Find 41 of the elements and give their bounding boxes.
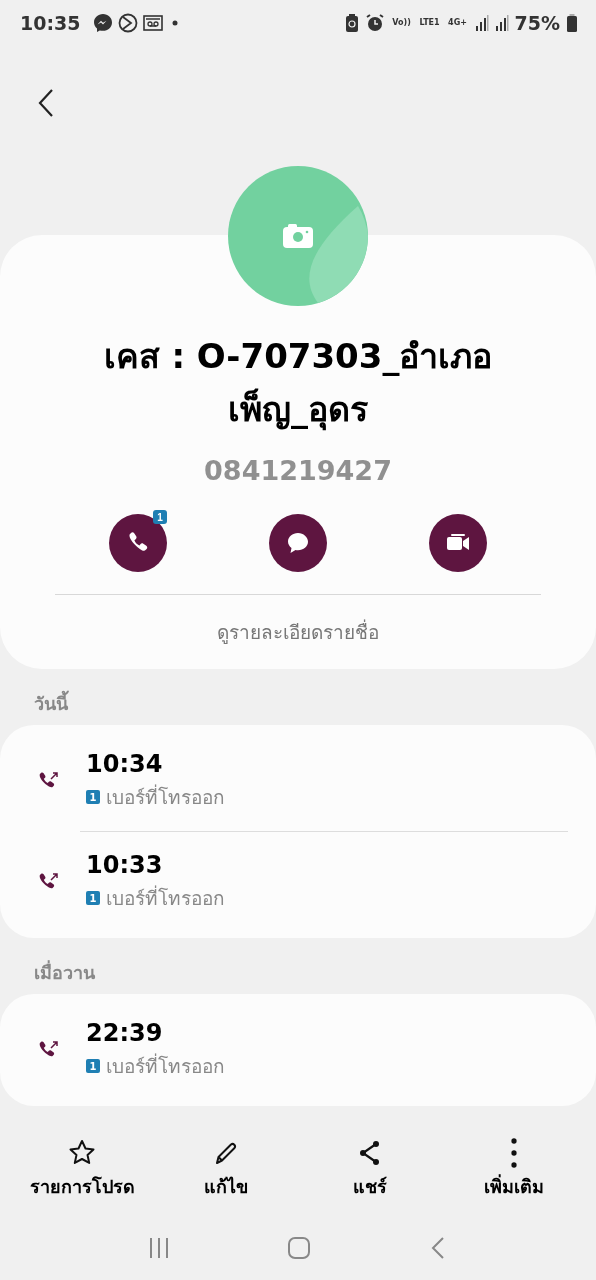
call-time: 10:34 (86, 750, 164, 779)
section-heading: เมื่อวาน (33, 959, 96, 986)
alarm-icon (364, 12, 385, 33)
toolbar-button[interactable]: เพิ่มเติม (449, 1138, 579, 1202)
call-log-item[interactable]: 10:34 1 เบอร์ที่โทรออก (0, 731, 596, 832)
signal-icon (494, 13, 509, 32)
phone-number: 0841219427 (204, 455, 392, 487)
message-button[interactable] (269, 514, 327, 573)
battery-percent: 75% (514, 11, 560, 34)
sim-badge: 1 (86, 891, 100, 906)
call-type: เบอร์ที่โทรออก (106, 884, 225, 912)
sim-badge: 1 (86, 790, 100, 805)
network-label: 4G+ (447, 18, 468, 27)
view-details-link[interactable]: ดูรายละเอียดรายชื่อ (213, 613, 383, 652)
call-time: 22:39 (86, 1019, 164, 1048)
sim-badge: 1 (86, 1059, 100, 1074)
toolbar-button[interactable]: แก้ไข (161, 1138, 291, 1202)
home-icon (286, 1235, 312, 1262)
network-label: LTE1 (418, 18, 441, 27)
toolbar-button[interactable]: รายการโปรด (17, 1138, 147, 1202)
contact-name: เคส : O-707303_อำเภอเพ็ญ_อุดร (102, 335, 494, 433)
play-circle-icon (118, 12, 139, 33)
call-time: 10:33 (86, 851, 164, 880)
call-log-item[interactable]: 22:39 1 เบอร์ที่โทรออก (0, 1000, 596, 1101)
call-type: เบอร์ที่โทรออก (106, 1052, 225, 1080)
status-time: 10:35 (20, 11, 81, 34)
video-call-button[interactable] (429, 514, 487, 573)
battery-saver-icon (344, 12, 359, 33)
sim-badge: 1 (153, 510, 167, 525)
network-label: Vo)) (391, 18, 412, 27)
call-log-item[interactable]: 10:33 1 เบอร์ที่โทรออก (80, 831, 568, 933)
section-heading: วันนี้ (0, 669, 596, 726)
toolbar-button[interactable]: แชร์ (305, 1138, 435, 1202)
call-type: เบอร์ที่โทรออก (106, 783, 225, 811)
home-button[interactable] (286, 1235, 312, 1262)
messenger-icon (93, 12, 114, 33)
battery-icon (566, 12, 578, 33)
voicemail-icon (143, 13, 164, 32)
signal-icon (474, 13, 489, 32)
back-icon (38, 88, 54, 118)
more-icon (511, 1138, 517, 1169)
